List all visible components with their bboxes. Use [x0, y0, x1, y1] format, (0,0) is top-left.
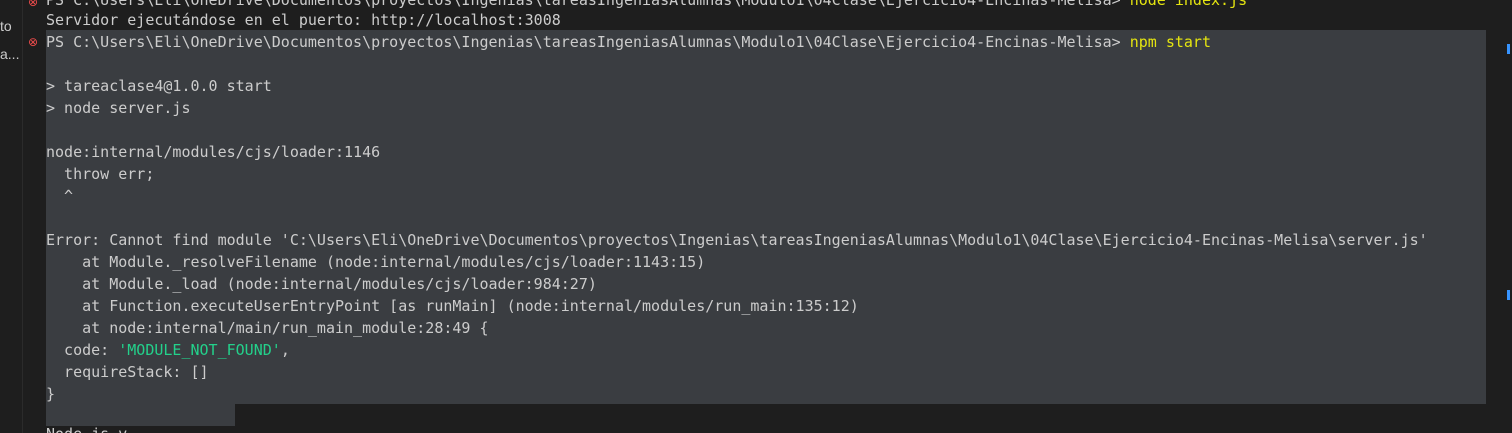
error-circle-icon[interactable]: ⊗ [28, 0, 38, 9]
stack-trace-line: at Module._load (node:internal/modules/c… [46, 275, 597, 293]
script-line: > tareaclase4@1.0.0 start [46, 77, 272, 95]
script-line: > node server.js [46, 99, 191, 117]
sidebar-fragment: a... [0, 46, 20, 62]
stack-trace-line: at Module._resolveFilename (node:interna… [46, 253, 706, 271]
stack-trace-line: at node:internal/main/run_main_module:28… [46, 319, 489, 337]
close-brace-line: } [46, 385, 56, 403]
stack-trace-line: at Function.executeUserEntryPoint [as ru… [46, 297, 859, 315]
require-stack-line: requireStack: [] [46, 363, 209, 381]
sidebar-fragment: to [0, 18, 12, 34]
throw-line: throw err; [46, 165, 155, 183]
error-message: Error: Cannot find module 'C:\Users\Eli\… [46, 231, 1428, 249]
prompt-line: PS C:\Users\Eli\OneDrive\Documentos\proy… [46, 33, 1211, 51]
activity-strip [0, 0, 23, 433]
scrollbar-marker[interactable] [1507, 44, 1510, 54]
caret-line: ^ [46, 187, 74, 205]
loader-line: node:internal/modules/cjs/loader:1146 [46, 143, 381, 161]
error-code-line: code: 'MODULE_NOT_FOUND', [46, 341, 290, 359]
server-message: Servidor ejecutándose en el puerto: http… [46, 11, 561, 29]
error-circle-icon[interactable]: ⊗ [28, 35, 38, 49]
scrollbar-marker[interactable] [1507, 290, 1510, 300]
node-version-line: Node.js v [46, 423, 127, 433]
